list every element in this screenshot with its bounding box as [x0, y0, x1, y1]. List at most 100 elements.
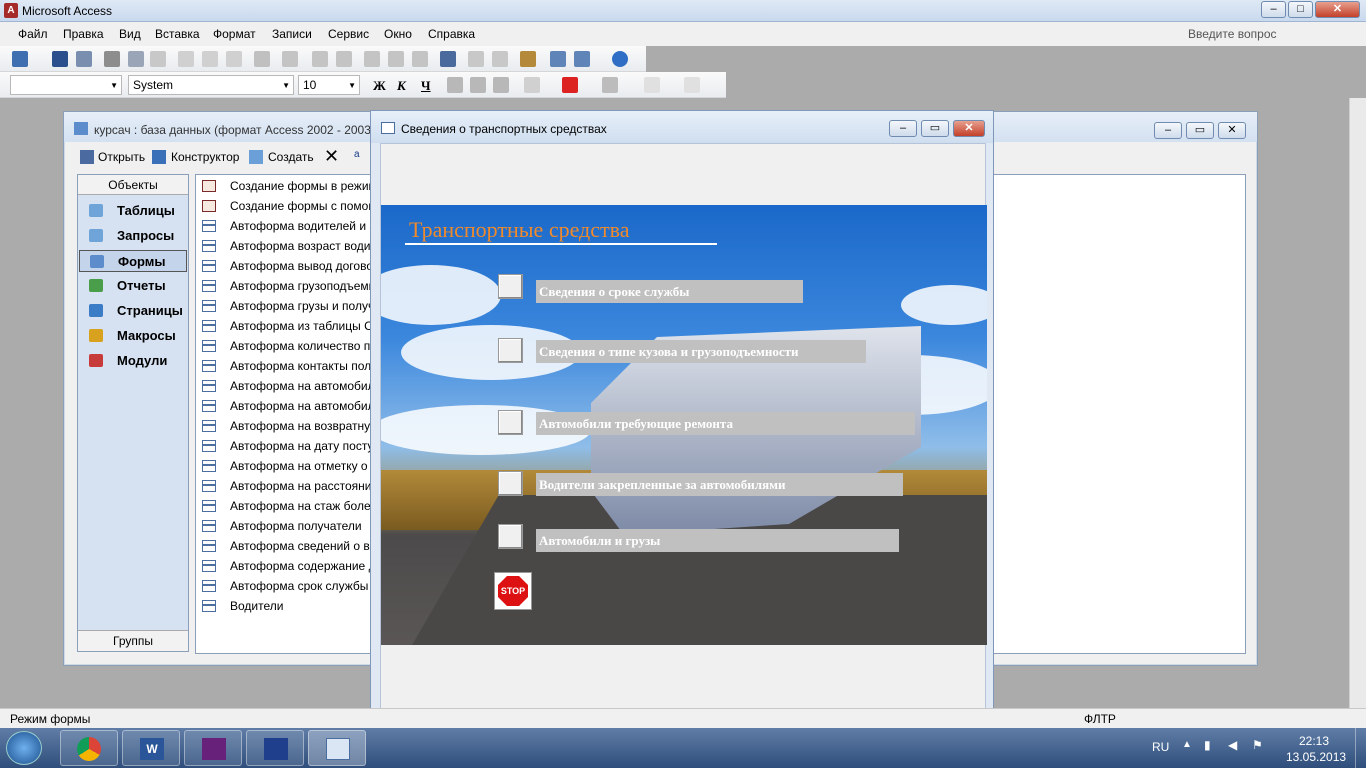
start-button[interactable]: [6, 731, 42, 765]
new-object-icon[interactable]: [574, 51, 590, 67]
menu-insert[interactable]: Вставка: [155, 27, 200, 41]
taskbar-save[interactable]: [246, 730, 304, 766]
print-icon[interactable]: [104, 51, 120, 67]
object-combo[interactable]: ▼: [10, 75, 122, 95]
truck-background-image: Транспортные средства Сведения о сроке с…: [381, 205, 987, 645]
open-button[interactable]: Открыть: [98, 150, 145, 164]
clock-date[interactable]: 13.05.2013: [1286, 750, 1346, 764]
show-desktop-button[interactable]: [1355, 728, 1366, 768]
taskbar-access[interactable]: [308, 730, 366, 766]
align-right-icon[interactable]: [493, 77, 509, 93]
bold-button[interactable]: Ж: [373, 78, 386, 94]
query-icon: [89, 229, 103, 242]
save-icon[interactable]: [52, 51, 68, 67]
object-macros[interactable]: Макросы: [79, 325, 187, 347]
form-minimize-button[interactable]: –: [889, 120, 917, 137]
taskbar-chrome[interactable]: [60, 730, 118, 766]
object-forms[interactable]: Формы: [79, 250, 187, 272]
menu-view[interactable]: Вид: [119, 27, 141, 41]
chevron-down-icon: ▼: [348, 81, 356, 90]
spelling-icon[interactable]: [150, 51, 166, 67]
object-modules[interactable]: Модули: [79, 350, 187, 372]
filter-form-icon[interactable]: [388, 51, 404, 67]
create-button[interactable]: Создать: [268, 150, 314, 164]
align-center-icon[interactable]: [470, 77, 486, 93]
taskbar-word[interactable]: W: [122, 730, 180, 766]
search-file-icon[interactable]: [76, 51, 92, 67]
object-reports[interactable]: Отчеты: [79, 275, 187, 297]
vertical-scrollbar[interactable]: [1349, 98, 1366, 708]
undo-icon[interactable]: [254, 51, 270, 67]
stop-icon: STOP: [498, 576, 528, 606]
sort-desc-icon[interactable]: [336, 51, 352, 67]
object-tables[interactable]: Таблицы: [79, 200, 187, 222]
font-combo[interactable]: System ▼: [128, 75, 294, 95]
design-button[interactable]: Конструктор: [171, 150, 239, 164]
menu-tools[interactable]: Сервис: [328, 27, 369, 41]
size-combo[interactable]: 10 ▼: [298, 75, 360, 95]
form-icon: [202, 320, 216, 332]
network-icon[interactable]: ▮: [1204, 738, 1211, 752]
form-icon: [202, 360, 216, 372]
maximize-button[interactable]: □: [1288, 1, 1313, 18]
database-window-icon[interactable]: [550, 51, 566, 67]
object-pages[interactable]: Страницы: [79, 300, 187, 322]
delete-icon[interactable]: ✕: [324, 146, 339, 167]
special-effect-icon[interactable]: [684, 77, 700, 93]
close-button[interactable]: ✕: [1315, 1, 1360, 18]
objects-header[interactable]: Объекты: [78, 175, 188, 195]
flag-icon[interactable]: ⚑: [1252, 738, 1263, 752]
view-icon[interactable]: [12, 51, 28, 67]
db-minimize-button[interactable]: –: [1154, 122, 1182, 139]
cars-and-cargo-button[interactable]: [498, 524, 523, 549]
form-restore-button[interactable]: ▭: [921, 120, 949, 137]
menu-file[interactable]: Файл: [18, 27, 48, 41]
menu-help[interactable]: Справка: [428, 27, 475, 41]
service-life-button[interactable]: [498, 274, 523, 299]
help-icon[interactable]: [612, 51, 628, 67]
groups-footer[interactable]: Группы: [78, 630, 188, 651]
copy-icon[interactable]: [202, 51, 218, 67]
tray-arrow-icon[interactable]: ▲: [1182, 739, 1192, 750]
minimize-button[interactable]: –: [1261, 1, 1286, 18]
db-restore-button[interactable]: ▭: [1186, 122, 1214, 139]
italic-button[interactable]: К: [397, 78, 406, 94]
sort-asc-icon[interactable]: [312, 51, 328, 67]
apply-filter-icon[interactable]: [412, 51, 428, 67]
cloud: [381, 265, 501, 325]
underline-button[interactable]: Ч: [421, 78, 431, 94]
line-color-icon[interactable]: [602, 77, 618, 93]
preview-icon[interactable]: [128, 51, 144, 67]
body-type-button[interactable]: [498, 338, 523, 363]
new-record-icon[interactable]: [468, 51, 484, 67]
repair-needed-button[interactable]: [498, 410, 523, 435]
db-close-button[interactable]: ✕: [1218, 122, 1246, 139]
object-queries[interactable]: Запросы: [79, 225, 187, 247]
stop-button[interactable]: STOP: [494, 572, 532, 610]
menu-edit[interactable]: Правка: [63, 27, 104, 41]
hyperlink-icon[interactable]: [282, 51, 298, 67]
menu-format[interactable]: Формат: [213, 27, 256, 41]
assigned-drivers-button[interactable]: [498, 471, 523, 496]
line-width-icon[interactable]: [644, 77, 660, 93]
find-icon[interactable]: [440, 51, 456, 67]
fill-color-icon[interactable]: [524, 77, 540, 93]
paste-icon[interactable]: [226, 51, 242, 67]
language-indicator[interactable]: RU: [1152, 740, 1169, 754]
volume-icon[interactable]: ◀: [1228, 738, 1237, 752]
font-color-icon[interactable]: [562, 77, 578, 93]
cut-icon[interactable]: [178, 51, 194, 67]
clock-time[interactable]: 22:13: [1299, 734, 1329, 748]
align-left-icon[interactable]: [447, 77, 463, 93]
menu-records[interactable]: Записи: [272, 27, 312, 41]
menu-window[interactable]: Окно: [384, 27, 412, 41]
form-close-button[interactable]: ✕: [953, 120, 985, 137]
properties-icon[interactable]: [520, 51, 536, 67]
form-icon: [202, 380, 216, 392]
ask-question-box[interactable]: Введите вопрос: [1180, 25, 1364, 43]
form-icon: [202, 400, 216, 412]
delete-record-icon[interactable]: [492, 51, 508, 67]
large-icons-icon[interactable]: a: [354, 149, 360, 160]
filter-selection-icon[interactable]: [364, 51, 380, 67]
taskbar-visual-studio[interactable]: [184, 730, 242, 766]
